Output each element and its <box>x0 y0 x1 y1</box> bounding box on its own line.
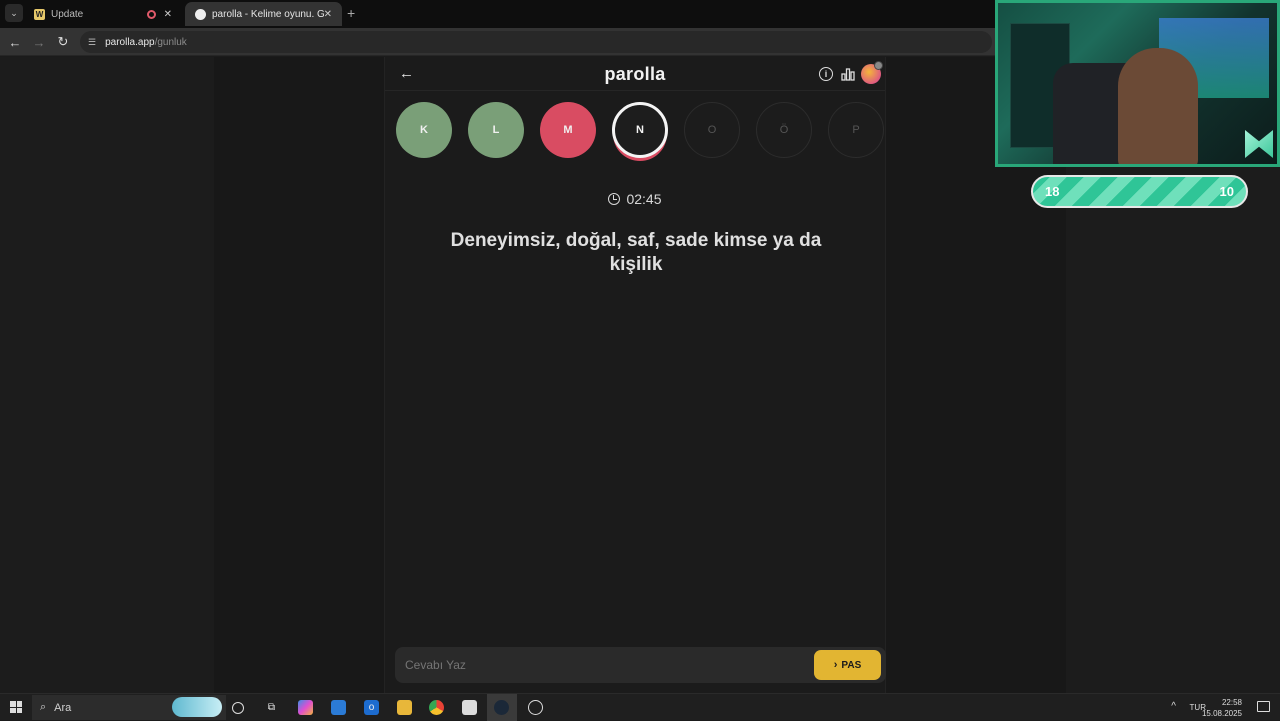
obs-icon[interactable] <box>528 700 543 715</box>
streamer-logo-icon <box>1245 130 1273 158</box>
letter-current: N <box>612 102 668 158</box>
wiki-icon: W <box>34 8 45 20</box>
search-icon: ⌕ <box>40 701 47 713</box>
new-tab-button[interactable]: + <box>347 5 355 21</box>
site-info-icon[interactable]: ☰ <box>88 37 96 48</box>
reload-button[interactable]: ↻ <box>54 33 72 51</box>
chrome-icon[interactable] <box>429 700 444 715</box>
parolla-icon <box>195 8 206 20</box>
address-bar[interactable]: ☰ parolla.app/gunluk <box>80 31 992 53</box>
chevron-up-icon[interactable]: ^ <box>1171 701 1176 712</box>
webcam-person <box>1118 48 1198 164</box>
close-tab-icon[interactable]: ✕ <box>164 9 172 20</box>
score-right: 10 <box>1219 184 1234 199</box>
store-icon[interactable] <box>462 700 477 715</box>
copilot-icon[interactable] <box>298 700 313 715</box>
answer-input[interactable] <box>405 658 785 672</box>
letter-pending: P <box>828 102 884 158</box>
file-explorer-icon[interactable] <box>397 700 412 715</box>
tab-label: parolla - Kelime oyunu. Günlük <box>212 8 324 20</box>
letter-pending: O <box>684 102 740 158</box>
tab-search-button[interactable]: ⌄ <box>5 4 23 22</box>
pass-label: PAS <box>841 659 862 671</box>
timer-value: 02:45 <box>626 191 662 207</box>
pass-button[interactable]: › PAS <box>814 650 881 680</box>
task-view-icon[interactable]: ⧉ <box>264 700 279 715</box>
url-domain: parolla.app <box>105 36 155 48</box>
notification-icon[interactable] <box>1257 701 1270 712</box>
stats-icon[interactable] <box>841 67 855 81</box>
search-highlight-icon <box>172 697 222 717</box>
search-label: Ara <box>54 701 72 714</box>
letter-correct: K <box>396 102 452 158</box>
webcam-overlay <box>995 0 1280 167</box>
timer: 02:45 <box>385 191 885 207</box>
letter-wrong: M <box>540 102 596 158</box>
url-path: /gunluk <box>154 36 187 48</box>
site-logo: parolla <box>604 64 666 84</box>
clock-time: 22:58 <box>1221 698 1242 707</box>
cortana-icon[interactable] <box>232 702 244 714</box>
clock-icon <box>608 193 621 205</box>
forward-button[interactable]: → <box>30 33 48 51</box>
answer-bar: › PAS <box>395 647 886 683</box>
windows-start-icon[interactable] <box>10 701 22 713</box>
game-header: ← parolla i <box>385 57 885 91</box>
letter-progress: KLMNOÖP <box>396 102 886 162</box>
tab-parolla[interactable]: parolla - Kelime oyunu. Günlük ✕ <box>185 2 342 26</box>
recording-icon <box>146 9 156 19</box>
tab-update[interactable]: W Update ✕ <box>24 2 182 26</box>
question-text: Deneyimsiz, doğal, saf, sade kimse ya da… <box>450 230 822 275</box>
steam-icon[interactable] <box>494 700 509 715</box>
chevron-right-icon: › <box>833 659 838 671</box>
outlook-icon[interactable]: o <box>364 700 379 715</box>
clock[interactable]: 22:58 15.08.2025 <box>1202 697 1242 719</box>
app-icon[interactable] <box>331 700 346 715</box>
score-progress-bar: 18 10 <box>1031 175 1248 208</box>
windows-taskbar: ⌕ Ara ⧉ o ^ TUR 22:58 15.08.2025 <box>0 693 1280 721</box>
letter-pending: Ö <box>756 102 812 158</box>
info-icon[interactable]: i <box>819 67 833 81</box>
avatar-badge-icon <box>874 61 883 70</box>
game-column: ← parolla i KLMNOÖP 02:45 Deneyimsiz, do… <box>384 57 886 693</box>
score-left: 18 <box>1045 184 1060 199</box>
tab-label: Update <box>51 8 84 20</box>
letter-correct: L <box>468 102 524 158</box>
clock-date: 15.08.2025 <box>1201 709 1242 718</box>
close-tab-icon[interactable]: ✕ <box>324 9 332 20</box>
back-button[interactable]: ← <box>6 33 24 51</box>
